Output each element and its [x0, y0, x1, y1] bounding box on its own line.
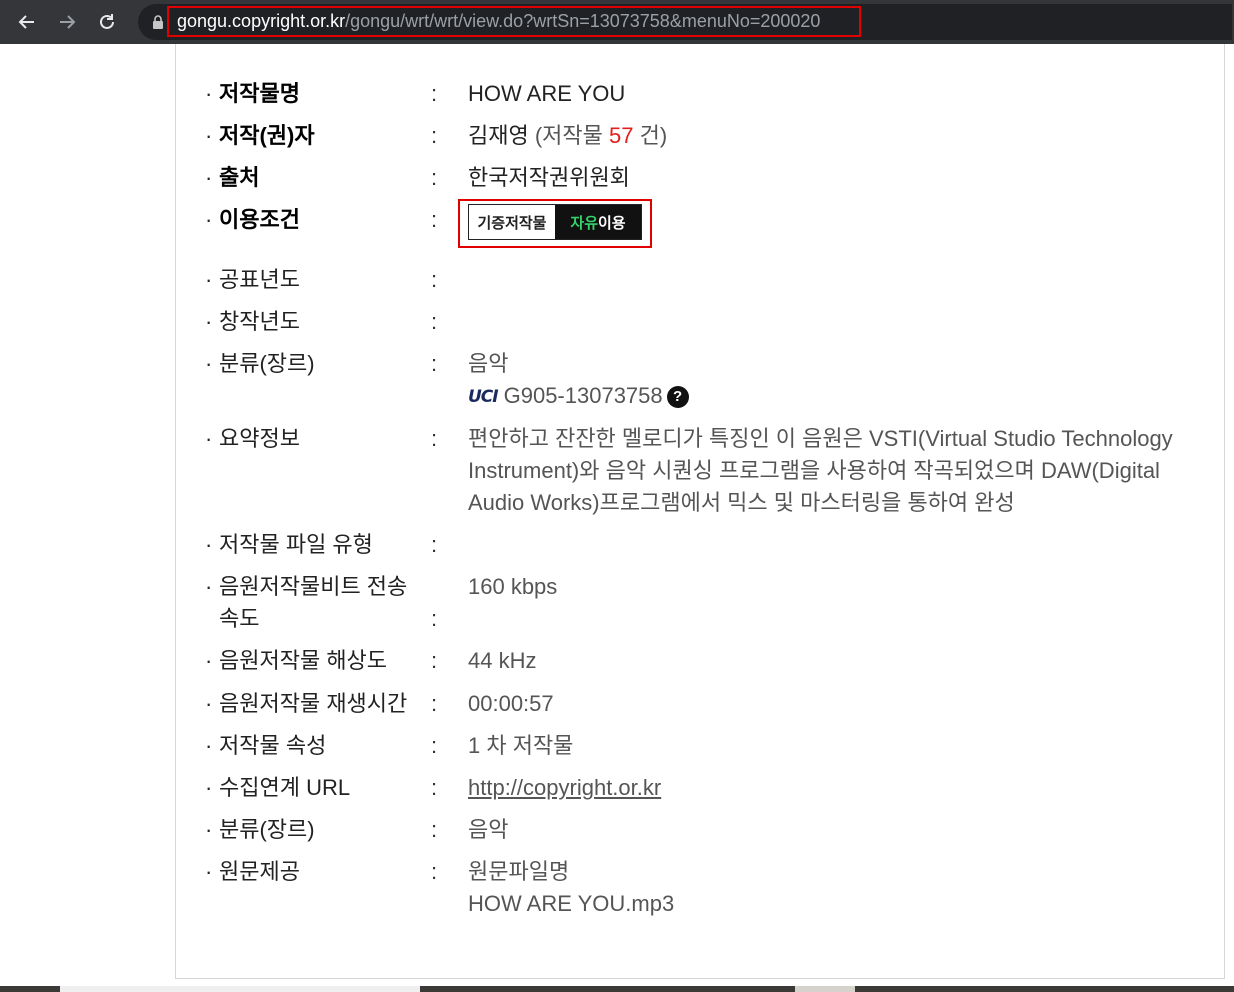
forward-arrow-icon — [60, 15, 76, 29]
uci-logo-icon: UCI — [468, 387, 499, 408]
back-button[interactable] — [8, 4, 46, 40]
colon: : — [431, 859, 438, 884]
bullet: · — [205, 775, 213, 800]
colon: : — [431, 648, 438, 673]
duration-value: 00:00:57 — [468, 691, 554, 716]
row-label: 이용조건 — [219, 207, 300, 232]
bullet: · — [205, 574, 213, 599]
forward-button[interactable] — [48, 4, 86, 40]
donated-work-badge: 기증저작물 — [469, 205, 555, 239]
bullet: · — [205, 207, 213, 232]
bullet: · — [205, 532, 213, 557]
bullet: · — [205, 691, 213, 716]
reload-icon — [100, 14, 114, 29]
bullet: · — [205, 351, 213, 376]
use-text: 이용 — [598, 214, 626, 232]
colon: : — [431, 123, 438, 148]
row-label: 출처 — [219, 165, 260, 190]
original-file-label: 원문파일명 — [468, 859, 570, 884]
bullet: · — [205, 733, 213, 758]
bullet: · — [205, 859, 213, 884]
colon: : — [431, 733, 438, 758]
bullet: · — [205, 267, 213, 292]
colon: : — [431, 207, 438, 232]
lock-icon — [153, 15, 163, 29]
colon: : — [431, 309, 438, 334]
bullet: · — [205, 309, 213, 334]
row-label: 분류(장르) — [219, 351, 315, 376]
author-name[interactable]: 김재영 — [468, 123, 529, 148]
colon: : — [431, 691, 438, 716]
taskbar-strip — [0, 986, 1234, 992]
genre-2-value: 음악 — [468, 817, 509, 842]
free-use-badge: 자유 이용 — [555, 205, 641, 239]
row-label: 수집연계 URL — [219, 775, 351, 800]
row-label: 창작년도 — [219, 309, 300, 334]
author-count-prefix: (저작물 — [534, 123, 603, 148]
resolution-value: 44 kHz — [468, 648, 537, 673]
browser-toolbar: gongu.copyright.or.kr/gongu/wrt/wrt/view… — [0, 0, 1234, 44]
reload-button[interactable] — [88, 4, 126, 40]
row-label: 저작(권)자 — [219, 123, 315, 148]
colon: : — [431, 267, 438, 292]
colon: : — [431, 426, 438, 451]
title-value: HOW ARE YOU — [468, 81, 626, 106]
row-label: 저작물명 — [219, 81, 300, 106]
bullet: · — [205, 123, 213, 148]
original-file-name[interactable]: HOW ARE YOU.mp3 — [468, 888, 1178, 920]
bullet: · — [205, 426, 213, 451]
uci-code: G905-13073758 — [503, 383, 663, 408]
collect-url-value: http://copyright.or.kr — [468, 772, 1178, 804]
row-label: 원문제공 — [219, 859, 300, 884]
url-text[interactable]: gongu.copyright.or.kr/gongu/wrt/wrt/view… — [167, 6, 861, 37]
author-count-suffix: 건) — [639, 123, 668, 148]
url-path: /gongu/wrt/wrt/view.do?wrtSn=13073758&me… — [345, 11, 821, 31]
row-label: 저작물 파일 유형 — [219, 532, 373, 557]
help-icon[interactable]: ? — [666, 386, 689, 409]
url-host: gongu.copyright.or.kr — [177, 11, 346, 31]
colon: : — [431, 351, 438, 376]
back-arrow-icon — [18, 15, 34, 29]
colon: : — [431, 817, 438, 842]
free-text: 자유 — [570, 214, 598, 232]
bullet: · — [205, 81, 213, 106]
colon: : — [431, 775, 438, 800]
bullet: · — [205, 165, 213, 190]
source-value: 한국저작권위원회 — [468, 165, 630, 190]
colon: : — [431, 81, 438, 106]
row-label: 공표년도 — [219, 267, 300, 292]
row-label: 음원저작물 재생시간 — [219, 691, 408, 716]
genre-value: 음악 — [468, 351, 509, 376]
author-count[interactable]: 57 — [609, 123, 633, 148]
bullet: · — [205, 648, 213, 673]
row-label: 요약정보 — [219, 426, 300, 451]
usage-badge[interactable]: 기증저작물 자유 이용 — [468, 204, 642, 240]
collect-url-link[interactable]: http://copyright.or.kr — [468, 775, 661, 800]
author-value: 김재영 (저작물 57 건) — [468, 120, 1178, 152]
colon: : — [431, 606, 438, 631]
bitrate-value: 160 kbps — [468, 574, 558, 599]
row-label: 저작물 속성 — [219, 733, 327, 758]
row-label: 분류(장르) — [219, 817, 315, 842]
colon: : — [431, 532, 438, 557]
summary-value: 편안하고 잔잔한 멜로디가 특징인 이 음원은 VSTI(Virtual Stu… — [468, 426, 1173, 515]
colon: : — [431, 165, 438, 190]
bullet: · — [205, 817, 213, 842]
uci-value: UCI G905-13073758? — [468, 380, 1178, 413]
row-label: 음원저작물비트 전송속도 — [219, 574, 408, 631]
attribute-value: 1 차 저작물 — [468, 733, 574, 758]
row-label: 음원저작물 해상도 — [219, 648, 388, 673]
